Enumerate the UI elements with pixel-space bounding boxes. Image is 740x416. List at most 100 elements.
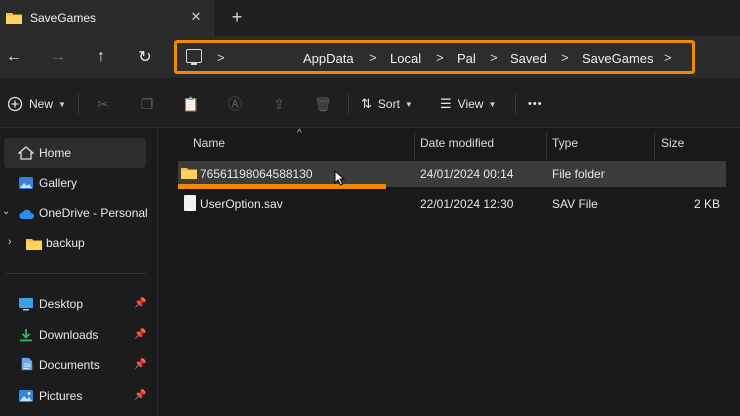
chevron-right-icon[interactable]: > xyxy=(369,50,377,65)
sidebar-item-label: Home xyxy=(39,146,72,160)
home-icon xyxy=(18,146,34,160)
file-size: 2 KB xyxy=(693,197,720,211)
back-button[interactable]: ← xyxy=(3,46,25,68)
divider xyxy=(78,94,79,114)
column-divider[interactable] xyxy=(546,132,547,160)
pin-icon[interactable]: 📌 xyxy=(134,329,146,340)
chevron-down-icon: ▼ xyxy=(404,99,413,109)
folder-icon xyxy=(6,13,22,24)
pin-icon[interactable]: 📌 xyxy=(134,390,146,401)
sidebar-divider xyxy=(6,273,146,274)
sidebar-item-label: Gallery xyxy=(39,176,78,190)
forward-button[interactable]: → xyxy=(47,46,69,68)
sidebar-item-label: Desktop xyxy=(39,297,84,311)
highlight-underline xyxy=(178,184,386,189)
cut-icon[interactable]: ✂ xyxy=(94,95,112,113)
sidebar-item-pictures[interactable]: Pictures 📌 xyxy=(0,381,150,411)
column-divider[interactable] xyxy=(414,132,415,160)
more-options-button[interactable]: ••• xyxy=(528,93,543,115)
gallery-icon xyxy=(19,177,33,189)
column-header-size[interactable]: Size xyxy=(661,136,684,150)
view-button[interactable]: ☰ View ▼ xyxy=(440,93,496,115)
desktop-icon xyxy=(19,298,33,311)
documents-icon xyxy=(21,357,33,371)
file-name[interactable]: 76561198064588130 xyxy=(200,167,313,181)
new-button[interactable]: New ▼ xyxy=(7,93,66,115)
file-icon xyxy=(184,195,196,211)
tab-savegames[interactable]: SaveGames ✕ xyxy=(0,0,214,36)
sidebar-item-gallery[interactable]: Gallery xyxy=(0,168,150,198)
breadcrumb-local[interactable]: Local xyxy=(390,51,421,66)
chevron-right-icon[interactable]: > xyxy=(664,50,672,65)
chevron-down-icon: ▼ xyxy=(488,99,497,109)
address-bar[interactable]: > AppData > Local > Pal > Saved > SaveGa… xyxy=(174,40,695,74)
new-tab-button[interactable]: + xyxy=(228,8,246,26)
breadcrumb-saved[interactable]: Saved xyxy=(510,51,547,66)
sidebar-item-desktop[interactable]: Desktop 📌 xyxy=(0,289,150,319)
paste-icon[interactable]: 📋 xyxy=(182,95,200,113)
pin-icon[interactable]: 📌 xyxy=(134,359,146,370)
sort-button[interactable]: ⇅ Sort ▼ xyxy=(361,93,413,115)
pictures-icon xyxy=(19,390,33,402)
folder-icon xyxy=(181,168,197,179)
divider xyxy=(348,94,349,114)
file-type: SAV File xyxy=(552,197,598,211)
navigation-pane: Home Gallery ⌄ OneDrive - Personal › bac… xyxy=(0,128,158,416)
pin-icon[interactable]: 📌 xyxy=(134,298,146,309)
sidebar-item-onedrive[interactable]: ⌄ OneDrive - Personal xyxy=(0,198,150,228)
sidebar-item-documents[interactable]: Documents 📌 xyxy=(0,350,150,380)
mouse-cursor-icon xyxy=(334,170,346,186)
up-button[interactable]: ↑ xyxy=(90,46,112,68)
file-name[interactable]: UserOption.sav xyxy=(200,197,283,211)
sidebar-item-downloads[interactable]: Downloads 📌 xyxy=(0,320,150,350)
column-header-date[interactable]: Date modified xyxy=(420,136,494,150)
date-modified: 24/01/2024 00:14 xyxy=(420,167,514,181)
breadcrumb-pal[interactable]: Pal xyxy=(457,51,476,66)
download-icon xyxy=(20,329,32,342)
sidebar-item-label: Pictures xyxy=(39,389,83,403)
new-label: New xyxy=(29,97,54,111)
delete-icon[interactable]: 🗑 xyxy=(314,95,332,113)
sidebar-item-label: backup xyxy=(46,236,85,250)
column-divider[interactable] xyxy=(654,132,655,160)
breadcrumb-savegames[interactable]: SaveGames xyxy=(582,51,654,66)
sidebar-item-label: Downloads xyxy=(39,328,99,342)
copy-icon[interactable]: ❐ xyxy=(138,95,156,113)
chevron-down-icon[interactable]: ⌄ xyxy=(2,206,10,217)
file-type: File folder xyxy=(552,167,605,181)
sort-ascending-icon: ^ xyxy=(297,128,302,139)
tab-title: SaveGames xyxy=(30,11,97,25)
tab-bar: SaveGames ✕ + xyxy=(0,0,740,36)
share-icon[interactable]: ⇪ xyxy=(270,95,288,113)
breadcrumb-appdata[interactable]: AppData xyxy=(303,51,354,66)
chevron-right-icon[interactable]: > xyxy=(561,50,569,65)
close-tab-icon[interactable]: ✕ xyxy=(188,9,204,25)
chevron-right-icon[interactable]: > xyxy=(436,50,444,65)
view-icon: ☰ xyxy=(440,96,452,111)
sidebar-item-home[interactable]: Home xyxy=(4,138,146,168)
sort-label: Sort xyxy=(377,97,400,111)
chevron-right-icon[interactable]: > xyxy=(217,50,225,65)
rename-icon[interactable]: Ⓐ xyxy=(226,95,244,113)
command-bar: New ▼ ✂ ❐ 📋 Ⓐ ⇪ 🗑 ⇅ Sort ▼ ☰ View ▼ ••• xyxy=(0,78,740,128)
view-label: View xyxy=(457,97,484,111)
refresh-button[interactable]: ↻ xyxy=(134,46,156,68)
chevron-right-icon[interactable]: > xyxy=(490,50,498,65)
plus-circle-icon xyxy=(7,96,23,112)
this-pc-icon xyxy=(186,49,202,65)
column-header-name[interactable]: Name xyxy=(193,136,225,150)
file-list: ^ Name Date modified Type Size 765611980… xyxy=(159,128,740,416)
sidebar-item-label: OneDrive - Personal xyxy=(39,206,148,220)
chevron-down-icon: ▼ xyxy=(58,99,66,109)
folder-icon xyxy=(26,239,42,250)
sidebar-item-backup[interactable]: › backup xyxy=(0,228,150,258)
chevron-right-icon[interactable]: › xyxy=(8,236,12,248)
column-header-type[interactable]: Type xyxy=(552,136,578,150)
table-row[interactable]: UserOption.sav 22/01/2024 12:30 SAV File… xyxy=(178,191,726,217)
cloud-icon xyxy=(19,209,34,219)
date-modified: 22/01/2024 12:30 xyxy=(420,197,514,211)
sidebar-item-label: Documents xyxy=(39,358,100,372)
divider xyxy=(515,94,516,114)
navigation-bar: ← → ↑ ↻ > AppData > Local > Pal > Saved … xyxy=(0,36,740,78)
sort-icon: ⇅ xyxy=(361,96,372,111)
